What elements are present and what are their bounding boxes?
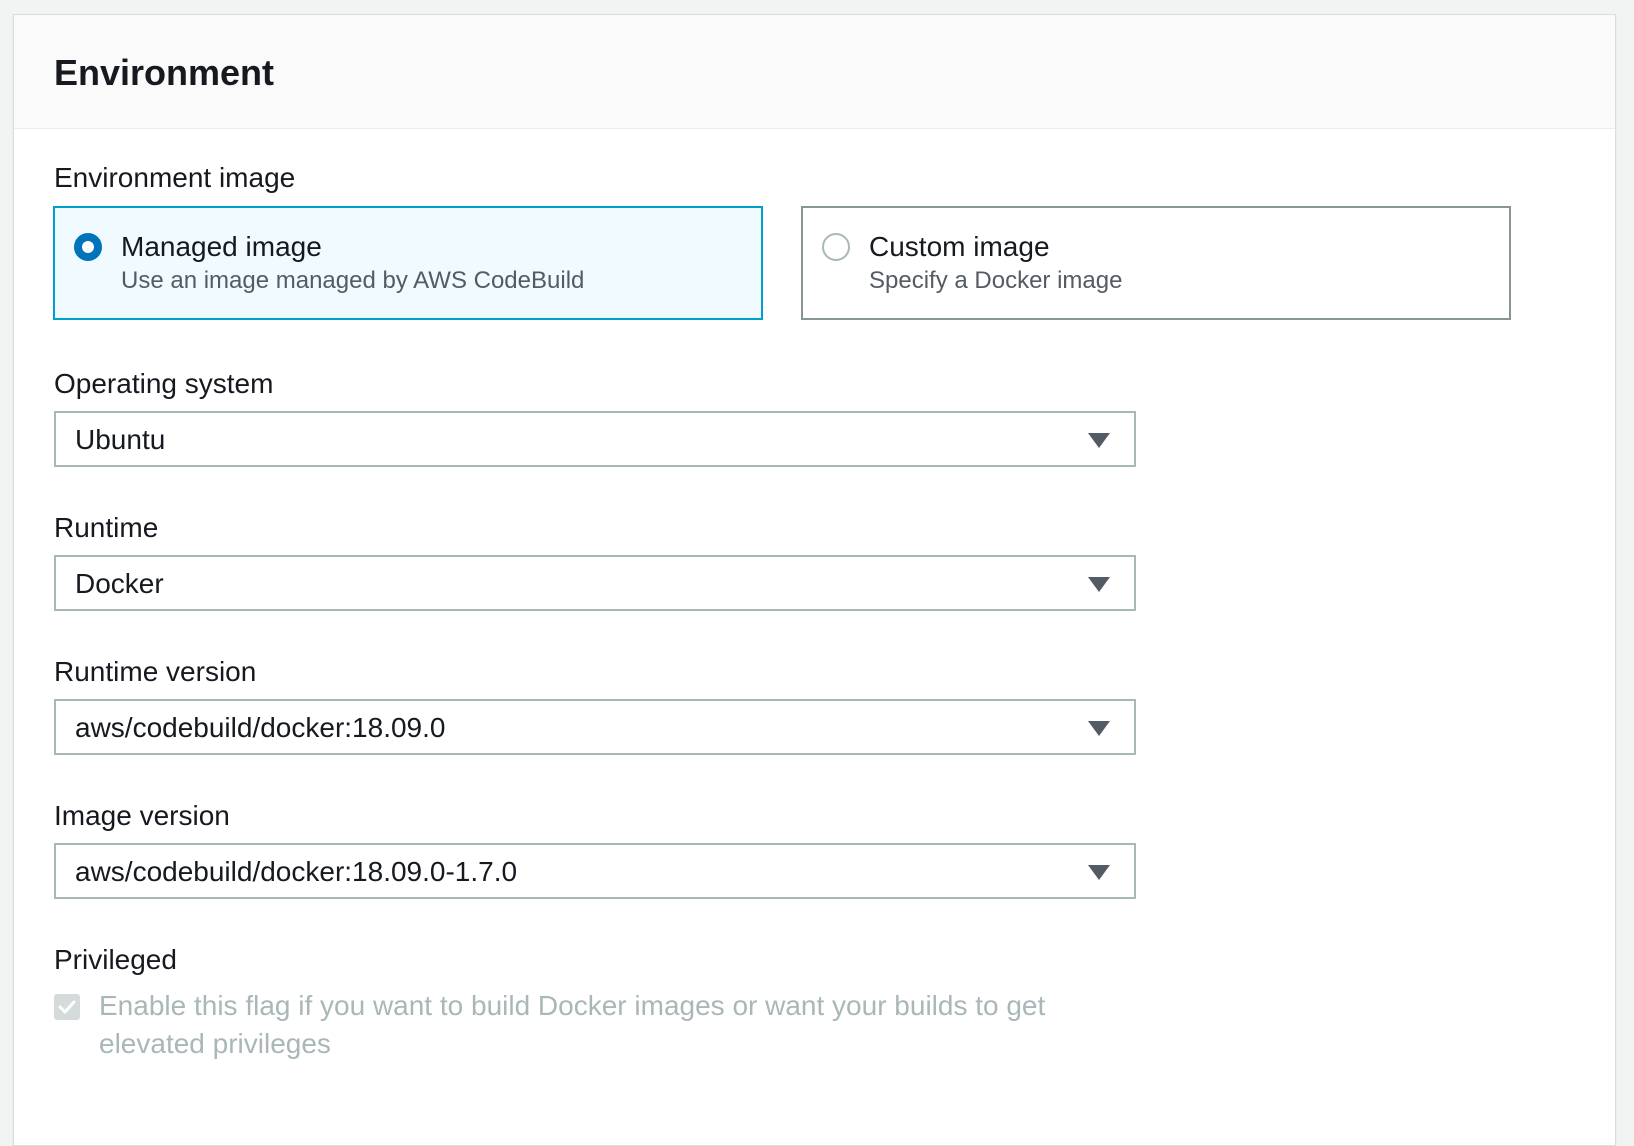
image-version-select[interactable]: aws/codebuild/docker:18.09.0-1.7.0	[54, 843, 1136, 899]
managed-image-option[interactable]: Managed image Use an image managed by AW…	[53, 206, 763, 320]
caret-down-icon	[1088, 721, 1110, 736]
panel-title: Environment	[54, 52, 275, 93]
custom-image-title: Custom image	[869, 231, 1050, 262]
privileged-description: Enable this flag if you want to build Do…	[99, 990, 1046, 1059]
runtime-version-label: Runtime version	[54, 656, 257, 687]
custom-image-option[interactable]: Custom image Specify a Docker image	[801, 206, 1511, 320]
managed-image-title: Managed image	[121, 231, 322, 262]
image-version-label: Image version	[54, 800, 230, 831]
operating-system-label: Operating system	[54, 368, 274, 399]
privileged-label: Privileged	[54, 944, 177, 975]
operating-system-value: Ubuntu	[75, 424, 166, 455]
runtime-label: Runtime	[54, 512, 159, 543]
custom-image-description: Specify a Docker image	[869, 267, 1123, 294]
runtime-value: Docker	[75, 568, 164, 599]
checkmark-icon	[58, 1000, 76, 1014]
image-version-value: aws/codebuild/docker:18.09.0-1.7.0	[75, 856, 518, 887]
runtime-version-value: aws/codebuild/docker:18.09.0	[75, 712, 446, 743]
caret-down-icon	[1088, 577, 1110, 592]
environment-image-label: Environment image	[54, 162, 296, 193]
runtime-version-select[interactable]: aws/codebuild/docker:18.09.0	[54, 699, 1136, 755]
environment-panel: Environment Environment image Managed im…	[13, 14, 1616, 1146]
privileged-checkbox[interactable]	[54, 994, 80, 1020]
caret-down-icon	[1088, 433, 1110, 448]
panel-header: Environment	[14, 15, 1615, 129]
caret-down-icon	[1088, 865, 1110, 880]
runtime-select[interactable]: Docker	[54, 555, 1136, 611]
operating-system-select[interactable]: Ubuntu	[54, 411, 1136, 467]
custom-image-radio[interactable]	[822, 233, 850, 261]
managed-image-radio[interactable]	[74, 233, 102, 261]
managed-image-description: Use an image managed by AWS CodeBuild	[121, 267, 585, 294]
